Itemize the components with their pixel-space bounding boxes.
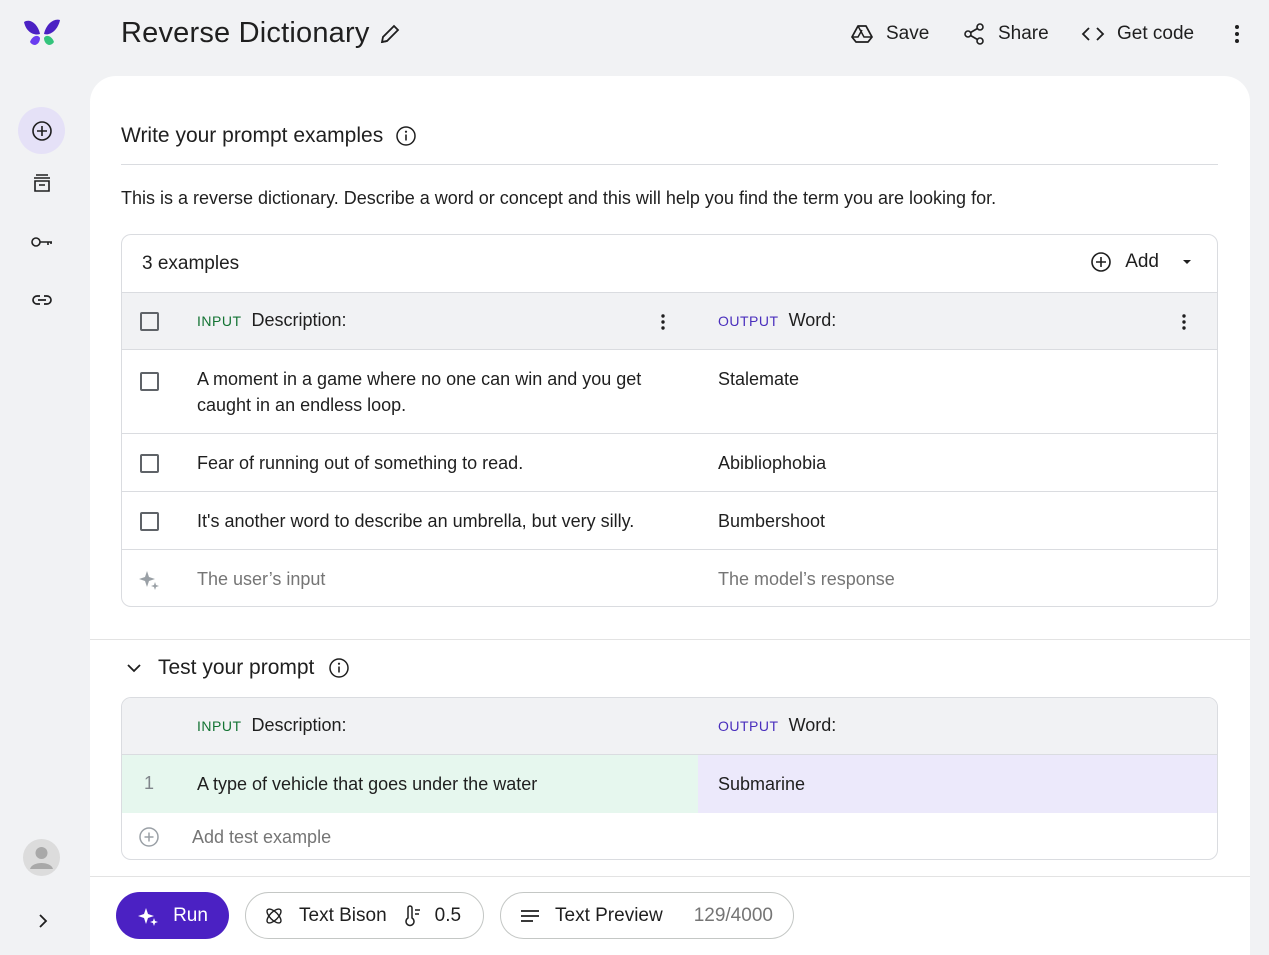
input-column-name[interactable]: Description: bbox=[252, 310, 347, 331]
row-checkbox[interactable] bbox=[140, 512, 159, 531]
row-number: 1 bbox=[144, 773, 155, 793]
input-column-menu-icon[interactable] bbox=[654, 312, 672, 332]
example-input-line: caught in an endless loop. bbox=[197, 395, 407, 415]
section-divider bbox=[121, 164, 1218, 165]
library-button[interactable] bbox=[18, 160, 65, 207]
examples-title-text: Write your prompt examples bbox=[121, 124, 384, 147]
more-options-icon[interactable] bbox=[1226, 22, 1248, 46]
link-icon bbox=[31, 294, 52, 305]
chevron-down-icon[interactable] bbox=[124, 658, 144, 678]
link-button[interactable] bbox=[18, 276, 65, 323]
table-header-row: INPUT Description: OUTPUT Word: bbox=[122, 293, 1217, 350]
add-circle-icon bbox=[31, 120, 52, 141]
select-all-checkbox[interactable] bbox=[140, 312, 159, 331]
chevron-right-icon[interactable] bbox=[32, 910, 54, 932]
input-column-header: INPUT Description: bbox=[197, 715, 347, 736]
example-output[interactable]: Bumbershoot bbox=[718, 508, 825, 534]
preview-label: Text Preview bbox=[555, 904, 663, 926]
model-name: Text Bison bbox=[299, 904, 387, 926]
save-label: Save bbox=[886, 23, 930, 44]
output-column-menu-icon[interactable] bbox=[1175, 312, 1193, 332]
save-button[interactable]: Save bbox=[850, 20, 929, 48]
page-title: Reverse Dictionary bbox=[121, 17, 370, 49]
thermometer-icon bbox=[404, 904, 420, 926]
temperature-value: 0.5 bbox=[434, 904, 462, 926]
example-input[interactable]: Fear of running out of something to read… bbox=[197, 450, 523, 476]
run-button[interactable]: Run bbox=[116, 892, 229, 939]
archive-icon bbox=[33, 173, 50, 192]
drive-icon bbox=[851, 25, 873, 43]
key-icon bbox=[30, 236, 52, 247]
code-icon bbox=[1081, 27, 1105, 41]
test-output[interactable]: Submarine bbox=[718, 771, 805, 797]
sparkle-icon bbox=[139, 571, 159, 590]
example-input[interactable]: It's another word to describe an umbrell… bbox=[197, 508, 634, 534]
example-output[interactable]: Abibliophobia bbox=[718, 450, 826, 476]
api-key-button[interactable] bbox=[18, 218, 65, 265]
examples-section-title: Write your prompt examples bbox=[121, 124, 417, 148]
add-label: Add bbox=[1125, 251, 1159, 272]
test-section-title[interactable]: Test your prompt bbox=[124, 656, 350, 680]
app-header: Reverse Dictionary Save Share Get code bbox=[0, 0, 1269, 70]
edit-pencil-icon[interactable] bbox=[378, 22, 402, 46]
avatar[interactable] bbox=[23, 839, 60, 876]
examples-table-toolbar: 3 examples Add bbox=[122, 235, 1217, 293]
add-test-example-label[interactable]: Add test example bbox=[192, 824, 331, 850]
table-row[interactable]: Fear of running out of something to read… bbox=[122, 434, 1217, 492]
output-tag: OUTPUT bbox=[718, 718, 779, 734]
new-prompt-button[interactable] bbox=[18, 107, 65, 154]
token-count: 129/4000 bbox=[693, 904, 773, 926]
run-label: Run bbox=[173, 904, 208, 926]
model-settings-button[interactable]: Text Bison 0.5 bbox=[245, 892, 484, 939]
get-code-label: Get code bbox=[1117, 23, 1195, 44]
sparkle-icon bbox=[138, 907, 159, 926]
test-table: INPUT Description: OUTPUT Word: 1 A type… bbox=[121, 697, 1218, 860]
input-column-name: Description: bbox=[251, 715, 347, 735]
output-tag: OUTPUT bbox=[718, 313, 779, 329]
add-circle-icon bbox=[1091, 252, 1111, 272]
model-icon bbox=[266, 907, 282, 924]
examples-count: 3 examples bbox=[142, 253, 240, 274]
prompt-description[interactable]: This is a reverse dictionary. Describe a… bbox=[121, 188, 996, 209]
app-logo-icon[interactable] bbox=[20, 16, 64, 52]
text-preview-button[interactable]: Text Preview 129/4000 bbox=[500, 892, 794, 939]
examples-table: 3 examples Add INPUT Description: OUTPUT… bbox=[121, 234, 1218, 607]
info-icon[interactable] bbox=[328, 657, 350, 679]
output-column-name[interactable]: Word: bbox=[789, 310, 837, 331]
share-icon bbox=[964, 23, 984, 45]
example-output[interactable]: Stalemate bbox=[718, 366, 799, 392]
table-row[interactable]: It's another word to describe an umbrell… bbox=[122, 492, 1217, 550]
user-input-placeholder[interactable]: The user’s input bbox=[197, 566, 325, 592]
add-example-button[interactable]: Add bbox=[1089, 250, 1197, 274]
test-table-header-row: INPUT Description: OUTPUT Word: bbox=[122, 698, 1217, 755]
output-column-header: OUTPUT Word: bbox=[718, 310, 836, 331]
text-lines-icon bbox=[521, 909, 539, 922]
test-title-text: Test your prompt bbox=[158, 656, 315, 679]
example-input[interactable]: A moment in a game where no one can win … bbox=[197, 366, 677, 418]
test-row[interactable]: 1 A type of vehicle that goes under the … bbox=[122, 755, 1217, 813]
user-icon bbox=[30, 847, 53, 869]
info-icon[interactable] bbox=[395, 125, 417, 147]
input-column-header: INPUT Description: bbox=[197, 310, 347, 331]
caret-down-icon[interactable] bbox=[1177, 252, 1197, 272]
row-checkbox[interactable] bbox=[140, 372, 159, 391]
table-row[interactable]: A moment in a game where no one can win … bbox=[122, 350, 1217, 434]
test-input[interactable]: A type of vehicle that goes under the wa… bbox=[197, 771, 537, 797]
add-circle-icon bbox=[139, 827, 159, 847]
section-separator bbox=[90, 639, 1250, 640]
share-label: Share bbox=[998, 23, 1049, 44]
share-button[interactable]: Share bbox=[962, 20, 1049, 48]
add-test-example-row[interactable]: Add test example bbox=[122, 813, 1217, 859]
output-column-header: OUTPUT Word: bbox=[718, 715, 836, 736]
input-tag: INPUT bbox=[197, 313, 242, 329]
row-checkbox[interactable] bbox=[140, 454, 159, 473]
new-example-row[interactable]: The user’s input The model’s response bbox=[122, 550, 1217, 606]
input-tag: INPUT bbox=[197, 718, 242, 734]
output-column-name: Word: bbox=[788, 715, 837, 735]
get-code-button[interactable]: Get code bbox=[1081, 20, 1194, 48]
example-input-line: A moment in a game where no one can win … bbox=[197, 369, 642, 389]
model-response-placeholder[interactable]: The model’s response bbox=[718, 566, 895, 592]
